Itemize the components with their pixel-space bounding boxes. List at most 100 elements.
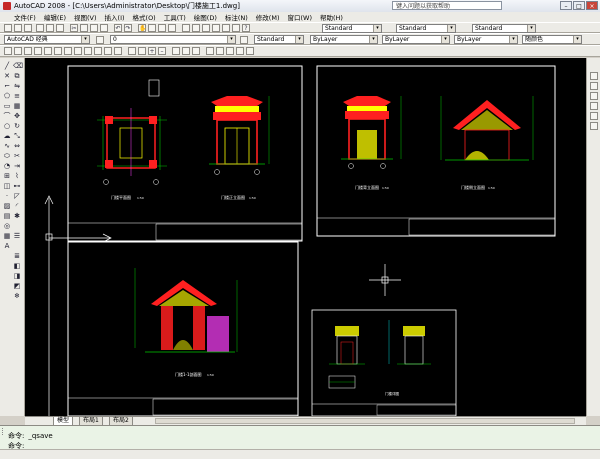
chevron-down-icon[interactable]: ▾: [373, 25, 381, 32]
chevron-down-icon[interactable]: ▾: [527, 25, 535, 32]
quickcalc-icon[interactable]: [232, 24, 240, 32]
rectangle-icon[interactable]: ▭: [3, 102, 11, 110]
zoom-previous-icon[interactable]: [168, 24, 176, 32]
array-icon[interactable]: ▦: [13, 102, 21, 110]
chamfer-icon[interactable]: ◸: [13, 192, 21, 200]
undo-icon[interactable]: ↶: [114, 24, 122, 32]
dim-linear-icon[interactable]: [14, 47, 22, 55]
snap-intersection-icon[interactable]: [590, 92, 598, 100]
color-select[interactable]: ByLayer ▾: [310, 35, 378, 44]
shade-icon[interactable]: [216, 47, 224, 55]
chevron-down-icon[interactable]: ▾: [81, 36, 89, 43]
chevron-down-icon[interactable]: ▾: [509, 36, 517, 43]
maximize-icon[interactable]: □: [573, 1, 585, 10]
drawing-sheet-plan[interactable]: 门楼平面图 1:50 门楼正立面图 1:50: [67, 65, 303, 242]
menu-view[interactable]: 视图(V): [70, 12, 101, 22]
zoom-realtime-icon[interactable]: [148, 24, 156, 32]
menu-format[interactable]: 格式(O): [129, 12, 160, 22]
chevron-down-icon[interactable]: ▾: [295, 36, 303, 43]
style-select[interactable]: Standard ▾: [254, 35, 304, 44]
stretch-icon[interactable]: ⇔: [13, 142, 21, 150]
mirror-icon[interactable]: ⇋: [13, 82, 21, 90]
table-icon[interactable]: ▦: [3, 232, 11, 240]
snap-perpendicular-icon[interactable]: [590, 122, 598, 130]
insert-block-icon[interactable]: ⊞: [3, 172, 11, 180]
point-icon[interactable]: ·: [3, 192, 11, 200]
match-properties-icon[interactable]: [100, 24, 108, 32]
orbit-icon[interactable]: [172, 47, 180, 55]
visual-style-icon[interactable]: [192, 47, 200, 55]
layer-iso-icon[interactable]: ◧: [13, 262, 21, 270]
region-icon[interactable]: ◎: [3, 222, 11, 230]
dim-aligned-icon[interactable]: [24, 47, 32, 55]
polygon-icon[interactable]: ⬠: [3, 92, 11, 100]
zoom-window-icon[interactable]: [158, 24, 166, 32]
render-icon[interactable]: [182, 47, 190, 55]
copy-object-icon[interactable]: ⧉: [13, 72, 21, 80]
layer-manager-icon[interactable]: [96, 36, 104, 44]
zoom-in-icon[interactable]: +: [148, 47, 156, 55]
line-tool-icon[interactable]: [4, 47, 12, 55]
chevron-down-icon[interactable]: ▾: [227, 36, 235, 43]
pan-icon[interactable]: ✋: [138, 24, 146, 32]
dim-ordinate-icon[interactable]: [44, 47, 52, 55]
ellipse-arc-icon[interactable]: ◔: [3, 162, 11, 170]
camera-icon[interactable]: [246, 47, 254, 55]
layer-off-icon[interactable]: ◩: [13, 282, 21, 290]
tool-palettes-icon[interactable]: [202, 24, 210, 32]
redo-icon[interactable]: ↷: [124, 24, 132, 32]
lineweight-select[interactable]: ByLayer ▾: [454, 35, 518, 44]
menu-file[interactable]: 文件(F): [0, 12, 40, 22]
menu-edit[interactable]: 编辑(E): [40, 12, 70, 22]
make-block-icon[interactable]: ◫: [3, 182, 11, 190]
menu-draw[interactable]: 绘图(D): [190, 12, 221, 22]
rotate-icon[interactable]: ↻: [13, 122, 21, 130]
spline-icon[interactable]: ∿: [3, 142, 11, 150]
circle-icon[interactable]: ○: [3, 122, 11, 130]
quick-dim-icon[interactable]: [84, 47, 92, 55]
properties-side-icon[interactable]: ☰: [13, 232, 21, 240]
fillet-icon[interactable]: ◜: [13, 202, 21, 210]
horizontal-scrollbar[interactable]: [155, 418, 575, 424]
explode-icon[interactable]: ✱: [13, 212, 21, 220]
menu-help[interactable]: 帮助(H): [316, 12, 347, 22]
revision-cloud-icon[interactable]: ☁: [3, 132, 11, 140]
markup-icon[interactable]: [222, 24, 230, 32]
layer-select[interactable]: 0 ▾: [110, 35, 236, 44]
zoom-all-icon[interactable]: [138, 47, 146, 55]
chevron-down-icon[interactable]: ▾: [573, 36, 581, 43]
dim-continue-icon[interactable]: [104, 47, 112, 55]
dim-radius-icon[interactable]: [54, 47, 62, 55]
move-icon[interactable]: ✥: [13, 112, 21, 120]
help-search-input[interactable]: 键入问题以获取帮助: [392, 1, 502, 10]
minimize-icon[interactable]: –: [560, 1, 572, 10]
save-icon[interactable]: [24, 24, 32, 32]
layer-side-icon[interactable]: ≣: [13, 252, 21, 260]
extend-icon[interactable]: ⇥: [13, 162, 21, 170]
make-current-layer-icon[interactable]: [240, 36, 248, 44]
arc-icon[interactable]: ⌒: [3, 112, 11, 120]
open-file-icon[interactable]: [14, 24, 22, 32]
drawing-sheet-section[interactable]: 门楼1-1剖面图 1:50: [67, 241, 299, 416]
design-center-icon[interactable]: [192, 24, 200, 32]
print-icon[interactable]: [36, 24, 44, 32]
properties-icon[interactable]: [182, 24, 190, 32]
paste-icon[interactable]: [90, 24, 98, 32]
table-style-select[interactable]: Standard ▾: [472, 24, 536, 33]
plotstyle-select[interactable]: 随颜色 ▾: [522, 35, 582, 44]
ellipse-icon[interactable]: ⬭: [3, 152, 11, 160]
print-preview-icon[interactable]: [46, 24, 54, 32]
snap-endpoint-icon[interactable]: [590, 72, 598, 80]
line-icon[interactable]: ╱: [3, 62, 11, 70]
join-icon[interactable]: ⊷: [13, 182, 21, 190]
linetype-select[interactable]: ByLayer ▾: [382, 35, 450, 44]
dim-baseline-icon[interactable]: [94, 47, 102, 55]
scale-icon[interactable]: ⤡: [13, 132, 21, 140]
mtext-icon[interactable]: A: [3, 242, 11, 250]
sheet-set-icon[interactable]: [212, 24, 220, 32]
gradient-icon[interactable]: ▤: [3, 212, 11, 220]
zoom-extents-icon[interactable]: [128, 47, 136, 55]
menu-modify[interactable]: 修改(M): [252, 12, 284, 22]
materials-icon[interactable]: [236, 47, 244, 55]
construction-line-icon[interactable]: ✕: [3, 72, 11, 80]
